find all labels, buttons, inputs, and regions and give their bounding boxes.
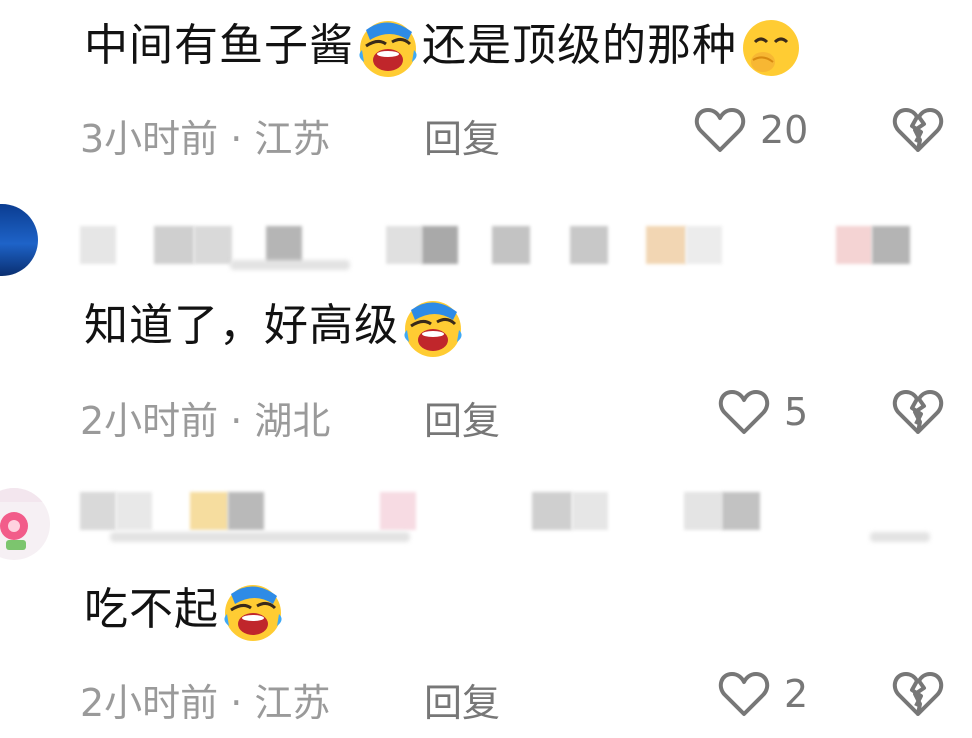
- broken-heart-icon[interactable]: [892, 106, 944, 154]
- heart-outline-icon[interactable]: [718, 670, 770, 718]
- broken-heart-icon[interactable]: [892, 388, 944, 436]
- heart-outline-icon[interactable]: [718, 388, 770, 436]
- comment-text-part: 中间有鱼子酱: [84, 20, 354, 71]
- comment-3-like-count: 2: [784, 672, 809, 716]
- comment-1-text: 中间有鱼子酱 还是顶级的那种: [84, 16, 805, 80]
- avatar[interactable]: [0, 488, 50, 560]
- comment-2-text: 知道了，好高级: [84, 296, 467, 360]
- heart-outline-icon[interactable]: [694, 106, 746, 154]
- comment-1-like-count: 20: [760, 108, 809, 152]
- comment-text-part: 知道了，好高级: [84, 300, 399, 351]
- comment-3-text: 吃不起: [84, 580, 287, 644]
- comment-3-reply-button[interactable]: 回复: [424, 672, 500, 727]
- avatar[interactable]: [0, 204, 38, 276]
- hand-over-mouth-emoji-icon: [739, 16, 803, 80]
- comment-text-part: 吃不起: [84, 584, 219, 635]
- comment-text-part: 还是顶级的那种: [422, 20, 737, 71]
- blurred-username: [80, 226, 940, 270]
- comment-3-time-location: 2小时前 · 江苏: [80, 681, 331, 725]
- comment-2-like-count: 5: [784, 390, 809, 434]
- laugh-cry-emoji-icon: [401, 296, 465, 360]
- broken-heart-icon[interactable]: [892, 670, 944, 718]
- laugh-cry-emoji-icon: [221, 580, 285, 644]
- comment-2-reply-button[interactable]: 回复: [424, 390, 500, 445]
- blurred-username: [80, 492, 940, 542]
- laugh-cry-emoji-icon: [356, 16, 420, 80]
- comment-1-time-location: 3小时前 · 江苏: [80, 117, 331, 161]
- comment-2-time-location: 2小时前 · 湖北: [80, 399, 331, 443]
- comment-1-reply-button[interactable]: 回复: [424, 108, 500, 163]
